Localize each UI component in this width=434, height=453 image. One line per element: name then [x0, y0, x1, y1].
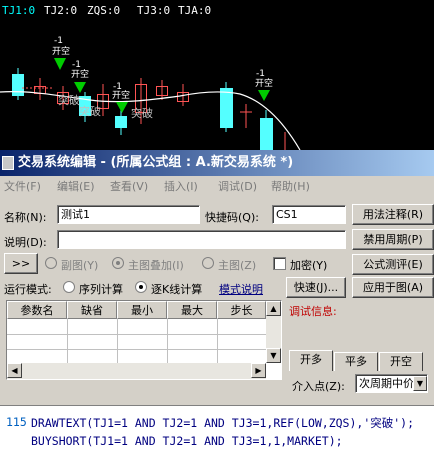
name-label: 名称(N): — [4, 211, 47, 224]
menu-edit[interactable]: 编辑(E) — [57, 178, 95, 196]
breakthrough-label: 突破 — [58, 93, 80, 107]
encrypt-checkbox[interactable] — [273, 257, 286, 270]
sequence-calc-radio[interactable] — [63, 281, 75, 293]
run-mode-label: 运行模式: — [4, 283, 52, 296]
shortcut-input[interactable]: CS1 — [272, 205, 346, 224]
shortcut-label: 快捷码(Q): — [205, 211, 259, 224]
menu-debug[interactable]: 调试(D) — [218, 178, 257, 196]
code-editor[interactable]: 115 DRAWTEXT(TJ1=1 AND TJ2=1 AND TJ3=1,R… — [0, 405, 434, 453]
svg-text:-1: -1 — [54, 36, 63, 46]
table-row[interactable] — [7, 334, 266, 335]
kline-svg: TJ1:0 TJ2:0 ZQS:0 TJ3:0 TJA:0 -1 开空 -1 开… — [0, 4, 301, 150]
svg-text:开空: 开空 — [52, 45, 70, 57]
grid-line — [117, 319, 118, 363]
sequence-calc-label: 序列计算 — [79, 283, 123, 296]
column-header[interactable]: 缺省 — [67, 301, 117, 319]
kline-chart[interactable]: TJ1:0 TJ2:0 ZQS:0 TJ3:0 TJA:0 -1 开空 -1 开… — [0, 0, 434, 150]
subchart-label: 副图(Y) — [61, 259, 99, 272]
formula-test-button[interactable]: 公式测评(E) — [352, 254, 434, 275]
app-icon — [2, 156, 14, 170]
grid-line — [217, 319, 218, 363]
mode-description-link[interactable]: 模式说明 — [219, 281, 263, 297]
apply-to-chart-button[interactable]: 应用于图(A) — [352, 277, 434, 298]
header-tj2: TJ2:0 — [44, 4, 77, 17]
entry-point-select[interactable]: 次周期中价 ▼ — [355, 374, 428, 393]
header-tj3: TJ3:0 — [137, 4, 170, 17]
trading-system-editor-dialog: 交易系统编辑 - (所属公式组 : A.新交易系统 *) 文件(F) 编辑(E)… — [0, 150, 434, 453]
name-input[interactable]: 测试1 — [57, 205, 200, 224]
scroll-up-icon[interactable]: ▲ — [266, 301, 281, 316]
svg-text:开空: 开空 — [71, 68, 89, 80]
entry-point-value: 次周期中价 — [359, 377, 414, 390]
moving-average-line — [0, 91, 301, 150]
table-row[interactable] — [7, 349, 266, 350]
menu-insert[interactable]: 插入(I) — [164, 178, 198, 196]
vertical-scrollbar[interactable]: ▲ ▼ — [266, 301, 281, 363]
candle-down — [12, 74, 24, 96]
menu-bar: 文件(F) 编辑(E) 查看(V) 插入(I) 调试(D) 帮助(H) — [0, 178, 434, 196]
subchart-radio[interactable] — [45, 257, 57, 269]
scroll-down-icon[interactable]: ▼ — [266, 348, 281, 363]
tab-open-long[interactable]: 开多 — [289, 350, 333, 371]
description-input[interactable] — [57, 230, 346, 249]
horizontal-scrollbar[interactable]: ◀ ▶ — [7, 363, 266, 379]
column-header[interactable]: 最大 — [167, 301, 217, 319]
title-bar[interactable]: 交易系统编辑 - (所属公式组 : A.新交易系统 *) — [0, 150, 434, 176]
grid-line — [167, 319, 168, 363]
svg-text:开空: 开空 — [112, 89, 130, 101]
tab-close-long[interactable]: 平多 — [334, 352, 378, 371]
main-overlay-radio[interactable] — [112, 257, 124, 269]
scroll-right-icon[interactable]: ▶ — [251, 363, 266, 378]
stepwise-calc-radio[interactable] — [135, 281, 147, 293]
header-zqs: ZQS:0 — [87, 4, 120, 17]
menu-help[interactable]: 帮助(H) — [271, 178, 310, 196]
candle-down — [260, 118, 273, 150]
encrypt-label: 加密(Y) — [290, 259, 328, 272]
stepwise-calc-label: 逐K线计算 — [151, 283, 203, 296]
column-header[interactable]: 步长 — [217, 301, 266, 319]
tab-open-short[interactable]: 开空 — [379, 352, 423, 371]
candle-down — [220, 88, 233, 128]
svg-text:-1: -1 — [256, 69, 265, 79]
signal-marker-2: -1 开空 — [71, 60, 89, 93]
menu-file[interactable]: 文件(F) — [4, 178, 41, 196]
svg-text:开空: 开空 — [255, 77, 273, 89]
debug-info-label: 调试信息: — [289, 305, 337, 318]
description-label: 说明(D): — [4, 236, 47, 249]
header-tja: TJA:0 — [178, 4, 211, 17]
parameter-table[interactable]: 参数名 缺省 最小 最大 步长 ▲ ▼ ◀ ▶ — [6, 300, 282, 380]
signal-marker-3: -1 开空 — [112, 82, 130, 113]
scroll-left-icon[interactable]: ◀ — [7, 363, 22, 378]
breakthrough-label: 突破 — [131, 106, 153, 120]
disable-period-button[interactable]: 禁用周期(P) — [352, 229, 434, 250]
line-number: 115 — [6, 415, 27, 429]
column-header[interactable]: 最小 — [117, 301, 167, 319]
chevron-down-icon[interactable]: ▼ — [413, 376, 427, 391]
code-line-1: DRAWTEXT(TJ1=1 AND TJ2=1 AND TJ3=1,REF(L… — [31, 416, 415, 430]
signal-marker-4: -1 开空 — [255, 69, 273, 101]
menu-view[interactable]: 查看(V) — [110, 178, 148, 196]
column-header[interactable]: 参数名 — [7, 301, 67, 319]
header-tj1: TJ1:0 — [2, 4, 35, 17]
fast-button[interactable]: 快速(J)... — [286, 277, 346, 298]
main-chart-label: 主图(Z) — [218, 259, 257, 272]
main-chart-radio[interactable] — [202, 257, 214, 269]
expand-button[interactable]: >> — [4, 253, 38, 274]
code-line-2: BUYSHORT(TJ1=1 AND TJ2=1 AND TJ3=1,1,MAR… — [31, 434, 343, 448]
entry-point-label: 介入点(Z): — [292, 380, 345, 393]
usage-notes-button[interactable]: 用法注释(R) — [352, 204, 434, 225]
candle-down — [115, 116, 127, 128]
main-overlay-label: 主图叠加(I) — [128, 259, 184, 272]
window-title: 交易系统编辑 - (所属公式组 : A.新交易系统 *) — [18, 155, 294, 170]
signal-marker-1: -1 开空 — [52, 36, 70, 70]
svg-text:-1: -1 — [72, 60, 81, 70]
grid-line — [67, 319, 68, 363]
breakthrough-label: 突破 — [79, 104, 101, 118]
